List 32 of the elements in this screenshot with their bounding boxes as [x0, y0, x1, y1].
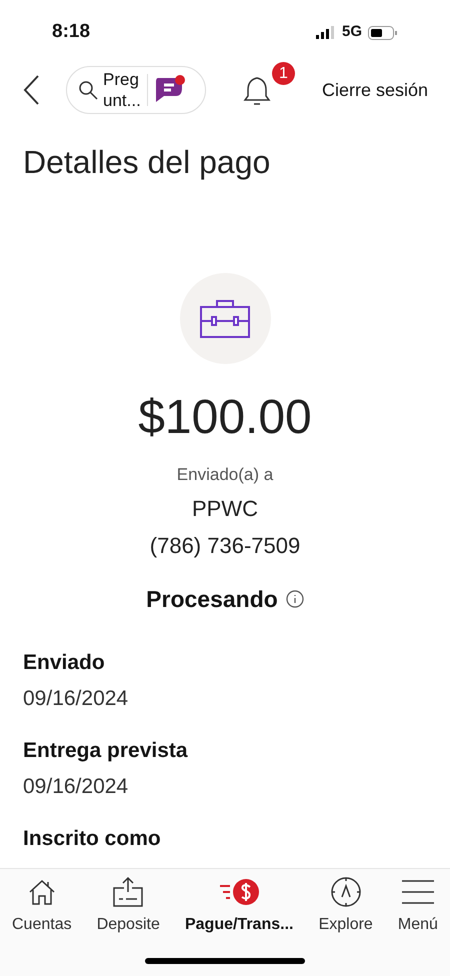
briefcase-icon: [199, 298, 251, 338]
nav-tab[interactable]: Pague/Trans...: [184, 875, 294, 937]
search-icon: [77, 79, 99, 101]
info-icon[interactable]: [286, 590, 304, 608]
logout-link[interactable]: Cierre sesión: [322, 76, 428, 104]
payment-amount: $100.00: [138, 390, 312, 446]
page-title: Detalles del pago: [22, 143, 272, 182]
nav-tab[interactable]: Menú: [398, 875, 438, 937]
dollar-icon: [218, 877, 260, 907]
sent-to-label: Enviado(a) a: [176, 464, 274, 486]
network-label: 5G: [342, 22, 362, 42]
battery-icon: [368, 26, 398, 40]
nav-tab[interactable]: Deposite: [96, 875, 160, 937]
back-icon: [22, 74, 40, 106]
nav-tab[interactable]: Cuentas: [12, 875, 72, 937]
detail-label: Entrega prevista: [23, 738, 189, 764]
recipient-phone: (786) 736-7509: [150, 532, 300, 560]
home-icon: [26, 877, 57, 907]
detail-label: Enviado: [23, 650, 106, 676]
recipient-name: PPWC: [192, 494, 258, 522]
detail-value: 09/16/2024: [23, 774, 130, 800]
upload-icon: [111, 876, 146, 908]
detail-value: 09/16/2024: [23, 686, 130, 712]
status-time: 8:18: [52, 20, 90, 44]
nav-tab[interactable]: Explore: [318, 875, 373, 937]
notification-badge: 1: [272, 62, 295, 85]
search-button[interactable]: Preg unt...: [66, 66, 206, 114]
compass-icon: [330, 876, 362, 908]
menu-icon: [400, 879, 435, 905]
detail-label: Inscrito como: [23, 826, 162, 852]
payment-status: Procesando: [146, 584, 278, 614]
signal-icon: [316, 26, 336, 39]
